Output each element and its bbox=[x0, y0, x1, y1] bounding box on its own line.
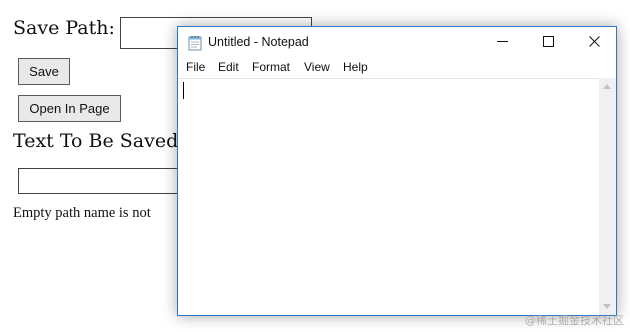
menu-bar: File Edit Format View Help bbox=[178, 58, 616, 78]
watermark: @稀土掘金技术社区 bbox=[525, 314, 624, 327]
menu-file[interactable]: File bbox=[186, 60, 205, 74]
text-caret bbox=[183, 82, 184, 99]
minimize-button[interactable] bbox=[479, 27, 525, 58]
window-title: Untitled - Notepad bbox=[208, 35, 309, 49]
text-to-save-label: Text To Be Saved: bbox=[13, 130, 185, 152]
maximize-icon bbox=[542, 34, 554, 52]
save-path-label: Save Path: bbox=[13, 17, 115, 39]
save-button[interactable]: Save bbox=[18, 58, 70, 85]
menu-help[interactable]: Help bbox=[343, 60, 368, 74]
scroll-up-icon[interactable] bbox=[603, 84, 611, 89]
notepad-window[interactable]: Untitled - Notepad File Edit Format View… bbox=[177, 26, 617, 316]
text-to-save-input[interactable] bbox=[18, 168, 188, 194]
menu-view[interactable]: View bbox=[304, 60, 330, 74]
close-button[interactable] bbox=[571, 27, 616, 58]
menu-format[interactable]: Format bbox=[252, 60, 290, 74]
open-in-page-button[interactable]: Open In Page bbox=[18, 95, 121, 122]
text-editor-area[interactable] bbox=[178, 78, 599, 315]
status-message: Empty path name is not bbox=[13, 205, 151, 221]
menu-edit[interactable]: Edit bbox=[218, 60, 239, 74]
scroll-down-icon[interactable] bbox=[603, 304, 611, 309]
notepad-icon bbox=[188, 35, 202, 51]
maximize-button[interactable] bbox=[525, 27, 571, 58]
vertical-scrollbar[interactable] bbox=[599, 78, 616, 315]
close-icon bbox=[588, 34, 600, 52]
title-bar[interactable]: Untitled - Notepad bbox=[178, 27, 616, 58]
minimize-icon bbox=[496, 34, 508, 52]
